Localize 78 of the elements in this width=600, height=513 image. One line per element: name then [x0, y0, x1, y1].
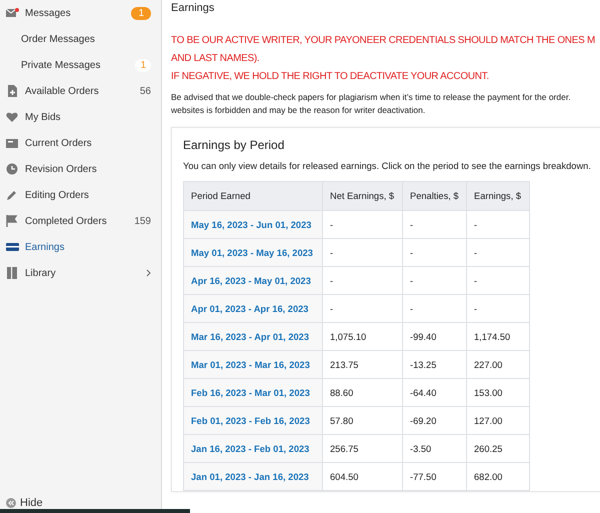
table-cell: - — [322, 266, 402, 294]
double-chevron-icon — [6, 498, 16, 508]
table-cell: 227.00 — [466, 350, 530, 378]
table-cell: - — [322, 210, 402, 238]
table-cell: 57.80 — [322, 406, 402, 434]
heart-icon — [6, 111, 18, 123]
table-cell: - — [322, 238, 402, 266]
table-cell: -64.40 — [402, 378, 466, 406]
item-label: Private Messages — [21, 60, 102, 70]
item-count: 159 — [134, 216, 151, 226]
item-label: Revision Orders — [25, 164, 98, 174]
clock-icon — [6, 163, 18, 175]
table-cell: - — [466, 294, 530, 322]
warning-text: TO BE OUR ACTIVE WRITER, YOUR PAYONEER CREDENTIALS SHOULD MATCH THE ONES M — [171, 34, 595, 48]
file-plus-icon — [6, 85, 18, 97]
table-cell: 153.00 — [466, 378, 530, 406]
column-header: Net Earnings, $ — [322, 182, 402, 210]
notice-text: Be advised that we double-check papers for plagiarism when it’s time to release the payment for the order. — [171, 91, 571, 104]
sidebar-item[interactable]: Private Messages 1 — [0, 52, 161, 78]
warning-text: IF NEGATIVE, WE HOLD THE RIGHT TO DEACTIVATE YOUR ACCOUNT. — [171, 70, 489, 84]
table-cell: -99.40 — [402, 322, 466, 350]
table-cell: 1,075.10 — [322, 322, 402, 350]
item-label: Messages — [25, 8, 72, 18]
pencil-icon — [6, 189, 18, 201]
table-cell: - — [466, 210, 530, 238]
table-cell: -3.50 — [402, 434, 466, 462]
wallet-icon — [6, 241, 19, 253]
item-label: Editing Orders — [25, 190, 90, 200]
sidebar-item[interactable]: Current Orders — [0, 130, 161, 156]
table-cell: - — [322, 294, 402, 322]
table-cell: 1,174.50 — [466, 322, 530, 350]
flag-icon — [6, 215, 18, 227]
table-cell: -69.20 — [402, 406, 466, 434]
sidebar-item[interactable]: Order Messages — [0, 26, 161, 52]
card-icon — [6, 137, 18, 149]
item-label: My Bids — [25, 112, 62, 122]
table-cell: -77.50 — [402, 462, 466, 490]
table-cell: -13.25 — [402, 350, 466, 378]
table-cell: - — [466, 238, 530, 266]
column-header: Earnings, $ — [466, 182, 530, 210]
item-count: 56 — [140, 86, 151, 96]
column-header: Penalties, $ — [402, 182, 466, 210]
table-cell: 604.50 — [322, 462, 402, 490]
hide-button[interactable]: Hide — [0, 495, 161, 513]
table-cell: - — [402, 210, 466, 238]
sidebar-item[interactable]: Editing Orders — [0, 182, 161, 208]
sidebar-item[interactable]: Earnings — [0, 234, 161, 260]
card-title: Earnings by Period — [183, 138, 284, 152]
table-cell: - — [466, 266, 530, 294]
table-cell: - — [402, 266, 466, 294]
table-cell: 682.00 — [466, 462, 530, 490]
item-label: Available Orders — [25, 86, 100, 96]
item-label: Library — [25, 268, 57, 278]
sidebar-item[interactable]: Library — [0, 260, 161, 286]
column-header: Period Earned — [184, 182, 322, 210]
sidebar-item[interactable]: My Bids — [0, 104, 161, 130]
unread-badge: 1 — [135, 58, 151, 72]
item-label: Completed Orders — [25, 216, 108, 226]
sidebar-item[interactable]: Available Orders 56 — [0, 78, 161, 104]
table-cell: 213.75 — [322, 350, 402, 378]
table-cell: - — [402, 238, 466, 266]
envelope-icon — [6, 7, 19, 19]
item-label: Earnings — [25, 242, 66, 252]
item-label: Order Messages — [21, 34, 96, 44]
card-hint: You can only view details for released earnings. Click on the period to see the earnings breakdown. — [183, 161, 591, 171]
warning-text: AND LAST NAMES). — [171, 52, 260, 66]
notice-text: websites is forbidden and may be the reason for writer deactivation. — [171, 104, 426, 117]
table-cell: 256.75 — [322, 434, 402, 462]
item-label: Current Orders — [25, 138, 93, 148]
table-cell: 88.60 — [322, 378, 402, 406]
sidebar-item[interactable]: Completed Orders 159 — [0, 208, 161, 234]
table-cell: 260.25 — [466, 434, 530, 462]
sidebar-item[interactable]: Messages 1 — [0, 0, 161, 26]
table-cell: 127.00 — [466, 406, 530, 434]
table-cell: - — [402, 294, 466, 322]
unread-badge: 1 — [131, 6, 151, 20]
sidebar-item[interactable]: Revision Orders — [0, 156, 161, 182]
page-title: Earnings — [171, 2, 216, 14]
